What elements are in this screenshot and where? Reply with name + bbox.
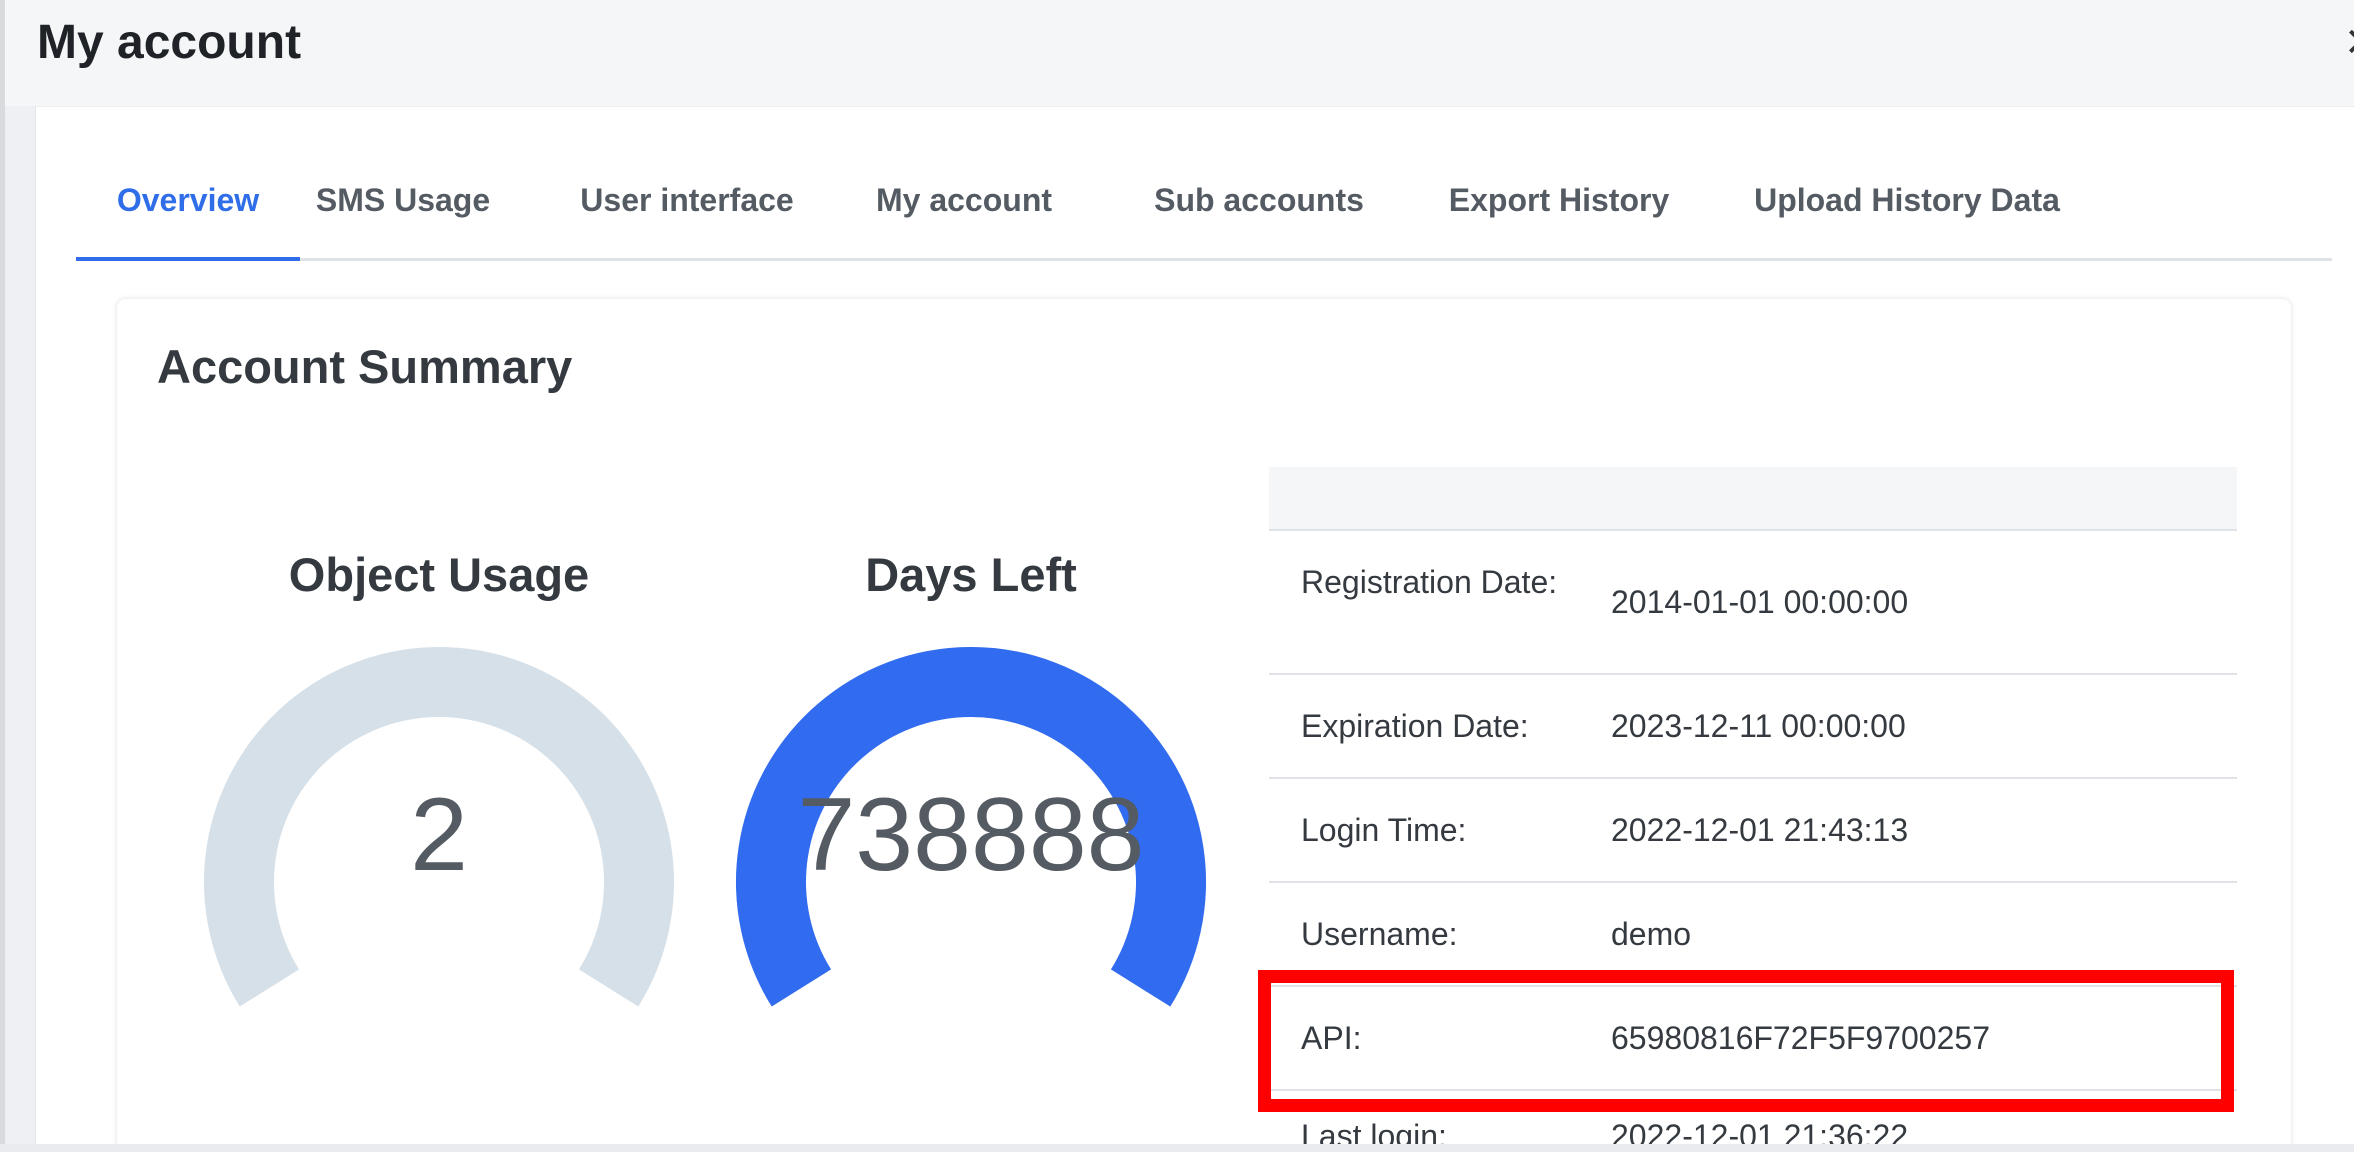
row-label: Username: — [1301, 916, 1458, 952]
tab-user-interface[interactable]: User interface — [574, 162, 800, 258]
table-row: Expiration Date: 2023-12-11 00:00:00 — [1269, 675, 2237, 779]
table-row: Username: demo — [1269, 883, 2237, 987]
tab-overview[interactable]: Overview — [76, 162, 300, 261]
tab-export-history[interactable]: Export History — [1446, 162, 1672, 258]
tab-upload-history-data[interactable]: Upload History Data — [1750, 162, 2064, 258]
row-value: 2014-01-01 00:00:00 — [1611, 584, 1909, 620]
tab-sub-accounts[interactable]: Sub accounts — [1154, 162, 1364, 258]
gauge-title: Days Left — [865, 548, 1077, 601]
left-rail — [5, 106, 36, 1146]
account-summary-card: Account Summary Object Usage 2 Days Left… — [116, 298, 2292, 1152]
gauge-title: Object Usage — [288, 548, 590, 601]
window-bottom-edge — [0, 1144, 2354, 1152]
table-row: Login Time: 2022-12-01 21:43:13 — [1269, 779, 2237, 883]
object-usage-gauge: Object Usage 2 — [199, 547, 679, 1147]
row-value: 2023-12-11 00:00:00 — [1611, 708, 1906, 744]
row-label: Login Time: — [1301, 812, 1467, 848]
row-value: demo — [1611, 916, 1692, 952]
window-header: My account ✕ — [5, 0, 2354, 107]
row-label: API: — [1301, 1020, 1362, 1056]
tab-sms-usage[interactable]: SMS Usage — [300, 162, 506, 258]
window-title: My account — [37, 16, 302, 69]
api-key-value[interactable]: 65980816F72F5F9700257 — [1611, 1019, 2007, 1057]
close-icon[interactable]: ✕ — [2344, 14, 2354, 72]
table-header — [1269, 467, 2237, 531]
days-left-gauge: Days Left 738888 — [731, 547, 1211, 1147]
row-value: 2022-12-01 21:43:13 — [1611, 812, 1909, 848]
row-label: Expiration Date: — [1301, 708, 1529, 744]
table-row: API: 65980816F72F5F9700257 — [1269, 987, 2237, 1091]
tab-bar: Overview SMS Usage User interface My acc… — [76, 162, 2332, 261]
tab-my-account[interactable]: My account — [874, 162, 1054, 258]
gauge-value: 738888 — [797, 777, 1145, 893]
table-row: Last login: 2022-12-01 21:36:22 — [1269, 1091, 2237, 1152]
account-info-table: Registration Date: 2014-01-01 00:00:00 E… — [1269, 467, 2237, 1152]
gauge-value: 2 — [410, 777, 468, 893]
table-row: Registration Date: 2014-01-01 00:00:00 — [1269, 531, 2237, 675]
card-title: Account Summary — [157, 340, 573, 393]
my-account-window: My account ✕ Overview SMS Usage User int… — [0, 0, 2354, 1152]
row-label: Registration Date: — [1301, 564, 1558, 600]
